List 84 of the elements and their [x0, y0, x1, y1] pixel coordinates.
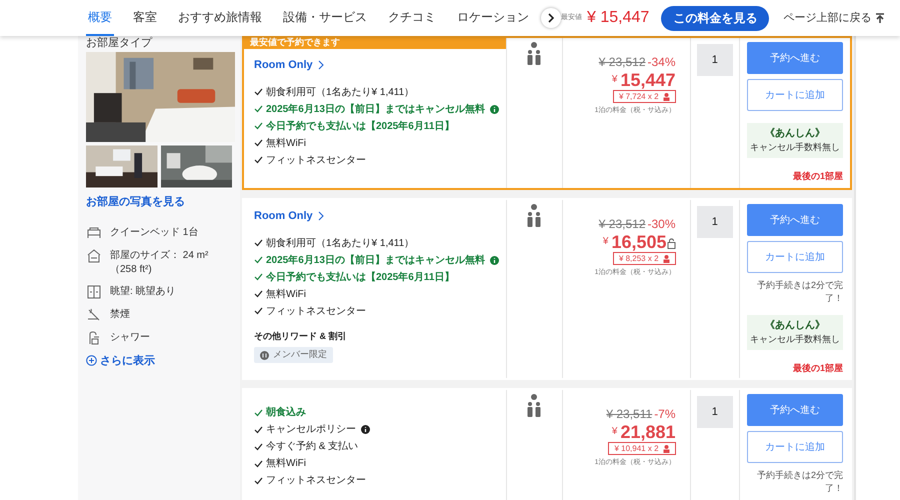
photos-link[interactable]: お部屋の写真を見る: [86, 194, 232, 210]
booking-note: 予約手続きは2分で完了！: [756, 279, 844, 305]
person-icon: [662, 444, 670, 452]
person-icon: [662, 254, 670, 262]
original-price: ¥ 23,511: [606, 406, 652, 423]
currency-symbol: ¥: [612, 73, 618, 87]
quantity-field[interactable]: 1: [696, 206, 733, 238]
price: 21,881: [620, 423, 676, 441]
cheapest-banner: 最安値で予約できます: [242, 36, 506, 49]
amenity-text: シャワー: [110, 330, 150, 344]
currency-symbol: ¥: [612, 425, 618, 439]
chevron-right-icon: [318, 211, 324, 222]
original-price: ¥ 23,512: [598, 216, 646, 233]
last-room-notice: 最後の1部屋: [792, 362, 844, 374]
discount: -34%: [648, 54, 676, 71]
window-icon: [86, 284, 102, 300]
chevron-right-icon: [547, 13, 555, 23]
occupancy-icon: [525, 204, 544, 230]
feature-text: 無料WiFi: [266, 136, 306, 150]
feature-text: フィットネスセンター: [266, 154, 366, 168]
feature-text: 朝食込み: [266, 406, 306, 420]
person-icon: [662, 92, 670, 100]
amenity-text: クイーンベッド 1台: [110, 226, 198, 240]
no-smoking-icon: [86, 306, 102, 322]
see-rate-button[interactable]: この料金を見る: [661, 6, 770, 30]
price: 16,505: [611, 233, 667, 251]
plus-circle-icon: [86, 355, 97, 366]
rewards-title: その他リワード & 割引: [254, 330, 348, 343]
amenity-text: 禁煙: [110, 308, 130, 322]
reassurance-text: キャンセル手数料無し: [750, 333, 840, 346]
back-to-top-link[interactable]: ページ上部に戻る: [783, 10, 886, 26]
add-to-cart-button[interactable]: カートに追加: [747, 79, 844, 111]
feature-text: 今日予約でも支払いは【2025年6月11日】: [266, 120, 454, 134]
discount: -30%: [648, 216, 676, 233]
feature-text: 無料WiFi: [266, 456, 306, 471]
last-room-notice: 最後の1部屋: [792, 170, 844, 182]
reassurance-title: 《あんしん》: [765, 318, 826, 333]
per-person-price: ¥ 8,253 x 2: [612, 252, 676, 265]
chevron-right-icon: [318, 60, 324, 70]
feature-text: 朝食利用可（1名あたり¥ 1,411）: [266, 236, 414, 250]
feature-text: フィットネスセンター: [266, 474, 366, 488]
booking-note: 予約手続きは2分で完了！: [756, 469, 844, 495]
feature-text: 2025年6月13日の【前日】まではキャンセル無料: [266, 254, 485, 268]
price: 15,447: [620, 71, 676, 89]
nav-tab[interactable]: 設備・サービス: [281, 0, 369, 36]
book-button[interactable]: 予約へ進む: [747, 204, 844, 236]
member-tag: メンバー限定: [254, 347, 333, 363]
nav-tab[interactable]: クチコミ: [386, 0, 438, 36]
currency-symbol: ¥: [602, 235, 608, 249]
feature-text: 朝食利用可（1名あたり¥ 1,411）: [266, 86, 414, 100]
room-plan-link[interactable]: Room Only: [254, 208, 506, 224]
room-plan-link[interactable]: Room Only: [254, 57, 506, 74]
quantity-field[interactable]: 1: [696, 44, 733, 76]
original-price: ¥ 23,512: [598, 54, 646, 71]
add-to-cart-button[interactable]: カートに追加: [747, 431, 844, 463]
next-button[interactable]: [541, 8, 561, 28]
quantity-field[interactable]: 1: [696, 396, 733, 428]
book-button[interactable]: 予約へ進む: [747, 394, 844, 426]
house-icon: [86, 248, 102, 264]
add-to-cart-button[interactable]: カートに追加: [747, 241, 844, 273]
nav-tab[interactable]: ロケーション: [455, 0, 531, 36]
bed-icon: [86, 224, 102, 240]
nav-tab[interactable]: 客室: [131, 0, 159, 36]
feature-text: 無料WiFi: [266, 288, 306, 302]
feature-text: 2025年6月13日の【前日】まではキャンセル無料: [266, 102, 485, 116]
arrow-up-icon: [875, 12, 886, 24]
panel-title: お部屋タイプ: [86, 37, 154, 50]
amenity-text: 眺望: 眺望あり: [110, 284, 176, 298]
feature-text: 今日予約でも支払いは【2025年6月11日】: [266, 270, 454, 284]
reassurance-title: 《あんしん》: [765, 126, 826, 141]
lowest-price: ¥ 15,447: [587, 8, 650, 28]
book-button[interactable]: 予約へ進む: [747, 42, 844, 74]
show-more-link[interactable]: さらに表示: [86, 352, 232, 369]
feature-text: 今すぐ予約 & 支払い: [266, 440, 358, 454]
reassurance-text: キャンセル手数料無し: [750, 141, 840, 154]
discount: -7%: [654, 406, 676, 423]
per-person-price: ¥ 10,941 x 2: [608, 442, 676, 455]
feature-text: フィットネスセンター: [266, 304, 366, 318]
per-person-price: ¥ 7,724 x 2: [612, 90, 676, 103]
feature-text: キャンセルポリシー: [266, 423, 356, 437]
amenity-text: 部屋のサイズ： 24 m² （258 ft²): [110, 248, 210, 276]
nav-tab[interactable]: おすすめ旅情報: [176, 0, 264, 36]
occupancy-icon: [525, 394, 544, 420]
occupancy-icon: [525, 42, 544, 68]
